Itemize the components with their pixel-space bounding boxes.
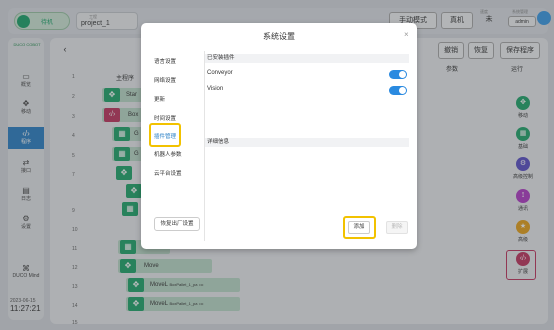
menu-language[interactable]: 语言设置 (154, 57, 176, 65)
system-settings-dialog: 系统设置 × 语言设置 网络设置 更新 时间设置 插件管理 机器人参数 云平台设… (141, 23, 417, 249)
dialog-title: 系统设置 (263, 32, 295, 41)
conveyor-toggle[interactable] (389, 70, 407, 79)
delete-button[interactable]: 删除 (386, 221, 408, 234)
close-icon[interactable]: × (404, 30, 409, 39)
menu-update[interactable]: 更新 (154, 95, 165, 103)
plugin-conveyor: Conveyor (207, 70, 233, 76)
vision-toggle[interactable] (389, 86, 407, 95)
details-header: 详细信息 (205, 138, 409, 147)
menu-network[interactable]: 网络设置 (154, 76, 176, 84)
menu-cloud[interactable]: 云平台设置 (154, 169, 182, 177)
menu-time[interactable]: 时间设置 (154, 114, 176, 122)
add-button-highlight (343, 216, 376, 239)
menu-robot-params[interactable]: 机器人参数 (154, 150, 182, 158)
plugin-vision: Vision (207, 86, 224, 92)
plugin-menu-highlight (149, 123, 181, 147)
installed-plugins-header: 已安装插件 (205, 54, 409, 63)
factory-reset-button[interactable]: 恢复出厂设置 (154, 217, 200, 231)
